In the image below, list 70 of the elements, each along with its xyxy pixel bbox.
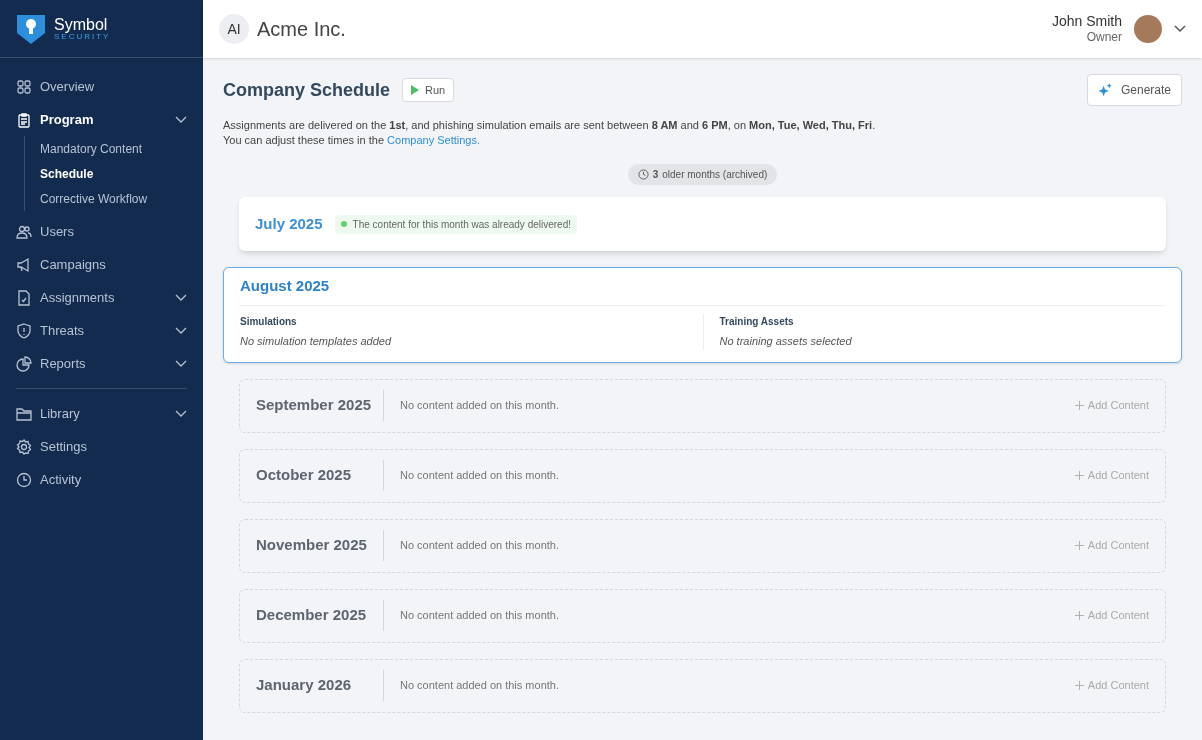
month-title: September 2025 [256, 390, 384, 421]
month-title: December 2025 [256, 600, 384, 631]
user-name: John Smith [1051, 12, 1122, 31]
sidebar-subitem[interactable]: Schedule [40, 161, 187, 186]
chevron-down-icon[interactable] [175, 409, 187, 418]
plus-icon [1074, 471, 1084, 480]
shield-keyhole-logo-icon [16, 12, 46, 45]
month-title: July 2025 [255, 213, 323, 234]
generate-button[interactable]: Generate [1086, 74, 1182, 106]
sidebar-item[interactable]: Activity [16, 463, 187, 496]
plus-icon [1074, 541, 1084, 550]
user-role: Owner [1086, 30, 1122, 46]
chevron-down-icon[interactable] [175, 293, 187, 302]
users-icon [16, 223, 32, 240]
play-icon [411, 85, 420, 95]
archived-months-button[interactable]: 3 older months (archived) [627, 164, 778, 185]
plus-icon [1074, 401, 1084, 410]
month-title: October 2025 [256, 460, 384, 491]
chevron-down-icon[interactable] [1174, 25, 1186, 33]
grid-icon [16, 78, 32, 95]
chevron-down-icon[interactable] [175, 359, 187, 368]
sparkle-icon [1097, 82, 1113, 98]
company-avatar: AI [219, 14, 249, 44]
folder-icon [16, 405, 32, 422]
avatar-placeholder [1134, 15, 1162, 43]
section-value: No training assets selected [719, 334, 853, 349]
shield-icon [16, 322, 32, 339]
month-title: November 2025 [256, 530, 384, 561]
company-name: Acme Inc. [257, 17, 346, 42]
section-label: Training Assets [719, 315, 795, 329]
settings-hint-end: . [477, 134, 481, 146]
month-title: January 2026 [256, 670, 384, 701]
plus-icon [1074, 681, 1084, 690]
sidebar-subitem[interactable]: Corrective Workflow [40, 186, 187, 211]
clock-icon [637, 169, 649, 180]
schedule-description: Assignments are delivered on the 1st, and phishing simulation emails are sent between 8 AM and 6 PM, on Mon, Tue, Wed, Thu, Fri. [223, 118, 877, 133]
clock-icon [16, 471, 32, 488]
clipboard-icon [16, 111, 32, 128]
settings-icon [16, 438, 32, 455]
chevron-down-icon[interactable] [175, 115, 187, 124]
sidebar-item[interactable]: Reports [16, 347, 187, 380]
sidebar-item[interactable]: Threats [16, 314, 187, 347]
sidebar-item[interactable]: Library [16, 397, 187, 430]
sidebar-item[interactable]: Program [16, 103, 187, 136]
chevron-down-icon[interactable] [175, 326, 187, 335]
page-title: Company Schedule [223, 78, 391, 102]
empty-message: No content added on this month. [400, 608, 559, 624]
brand-name: Symbol [54, 16, 109, 33]
empty-message: No content added on this month. [400, 538, 559, 554]
document-icon [16, 289, 32, 306]
sidebar-item[interactable]: Users [16, 215, 187, 248]
plus-icon [1074, 611, 1084, 620]
status-dot-icon [340, 221, 347, 227]
empty-message: No content added on this month. [400, 398, 559, 414]
empty-message: No content added on this month. [400, 678, 559, 694]
month-title: August 2025 [240, 276, 330, 297]
sidebar-item[interactable]: Campaigns [16, 248, 187, 281]
delivered-badge: The content for this month was already delivered! [334, 214, 577, 234]
section-label: Simulations [240, 315, 298, 329]
sidebar-item[interactable]: Settings [16, 430, 187, 463]
sidebar-item[interactable]: Assignments [16, 281, 187, 314]
sidebar-subitem[interactable]: Mandatory Content [40, 136, 187, 161]
brand-tagline: SECURITY [54, 32, 111, 41]
megaphone-icon [16, 256, 32, 273]
section-value: No simulation templates added [240, 334, 393, 349]
pie-chart-icon [16, 355, 32, 372]
run-button[interactable]: Run [402, 77, 455, 103]
sidebar-item[interactable]: Overview [16, 70, 187, 103]
empty-message: No content added on this month. [400, 468, 559, 484]
settings-hint: You can adjust these times in the [223, 134, 385, 146]
